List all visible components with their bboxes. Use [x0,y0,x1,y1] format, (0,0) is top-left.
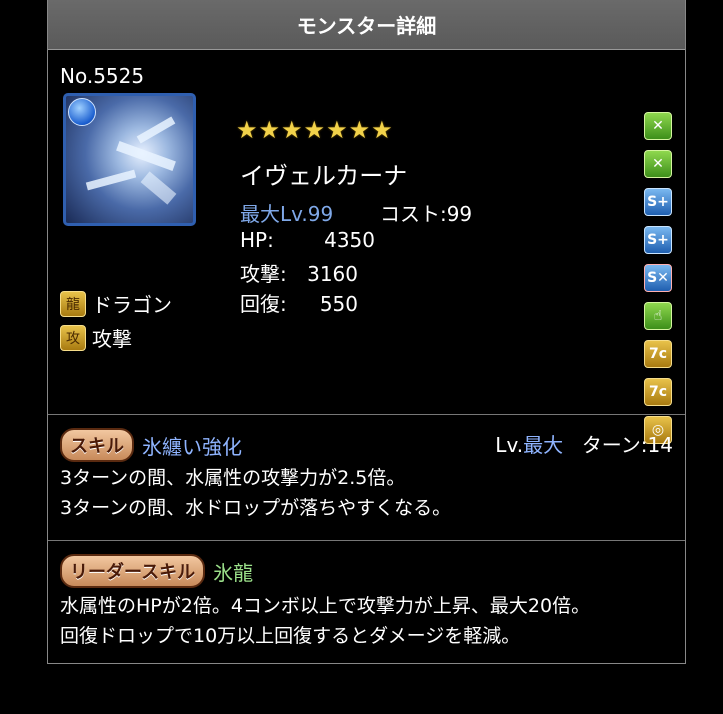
monster-portrait[interactable] [63,93,196,226]
recovery-label: 回復: [240,292,287,316]
monster-name: イヴェルカーナ [240,162,408,190]
skill-name: 氷纏い強化 [142,434,242,459]
max-level: 最大Lv.99 [240,202,334,226]
cost: コスト:99 [379,202,473,226]
bind-resist-icon[interactable]: ✕ [644,150,672,178]
recovery-value: 550 [319,292,358,316]
leader-skill-name: 氷龍 [213,560,254,585]
hp-row: HP: 4350 [240,228,375,252]
seven-combo-icon[interactable]: 7c [644,378,672,406]
active-skill-section: スキル 氷纏い強化 Lv.最大 ターン:14 3ターンの間、水属性の攻撃力が2.… [48,415,685,541]
type-label: ドラゴン [92,293,172,317]
level-cost-row: 最大Lv.99 コスト:99 [240,198,472,227]
attack-row: 攻撃: 3160 [240,258,358,287]
skill-turn: ターン:14 [581,433,673,457]
skill-boost-icon[interactable]: S+ [644,226,672,254]
recovery-row: 回復: 550 [240,288,358,317]
hp-label: HP: [240,228,274,252]
hp-value: 4350 [324,228,375,252]
attack-value: 3160 [307,262,358,286]
skill-level-prefix: Lv. [495,433,524,457]
bind-resist-icon[interactable]: ✕ [644,112,672,140]
type-label: 攻撃 [92,327,132,351]
leader-skill-badge: リーダースキル [60,554,206,588]
rarity-stars: ★★★★★★★ [236,116,394,144]
dragon-type-icon: 龍 [60,290,86,317]
skill-boost-icon[interactable]: S+ [644,188,672,216]
enhanced-finger-icon[interactable]: ☝ [644,302,672,330]
seven-combo-icon[interactable]: 7c [644,340,672,368]
monster-detail-panel: モンスター詳細 No.5525 龍 ドラゴン 攻 攻撃 ★★★★★★★ イヴェル… [47,0,686,664]
leader-skill-section: リーダースキル 氷龍 水属性のHPが2倍。4コンボ以上で攻撃力が上昇、最大20倍… [48,541,685,664]
attack-label: 攻撃: [240,262,287,286]
type-attack: 攻 攻撃 [60,323,132,352]
skill-level-turn: Lv.最大 ターン:14 [495,429,673,458]
skill-description: 3ターンの間、水属性の攻撃力が2.5倍。 3ターンの間、水ドロップが落ちやすくな… [60,467,452,519]
skill-badge: スキル [60,428,134,462]
skill-level-value: 最大 [523,433,564,457]
monster-summary: No.5525 龍 ドラゴン 攻 攻撃 ★★★★★★★ イヴェルカーナ 最大Lv… [48,50,685,444]
leader-skill-description: 水属性のHPが2倍。4コンボ以上で攻撃力が上昇、最大20倍。 回復ドロップで10… [60,595,591,647]
skill-delay-resist-icon[interactable]: S✕ [644,264,672,292]
monster-number: No.5525 [60,64,145,88]
water-orb-icon [68,98,96,126]
attack-type-icon: 攻 [60,324,86,351]
type-dragon: 龍 ドラゴン [60,289,172,318]
page-title: モンスター詳細 [48,0,685,50]
